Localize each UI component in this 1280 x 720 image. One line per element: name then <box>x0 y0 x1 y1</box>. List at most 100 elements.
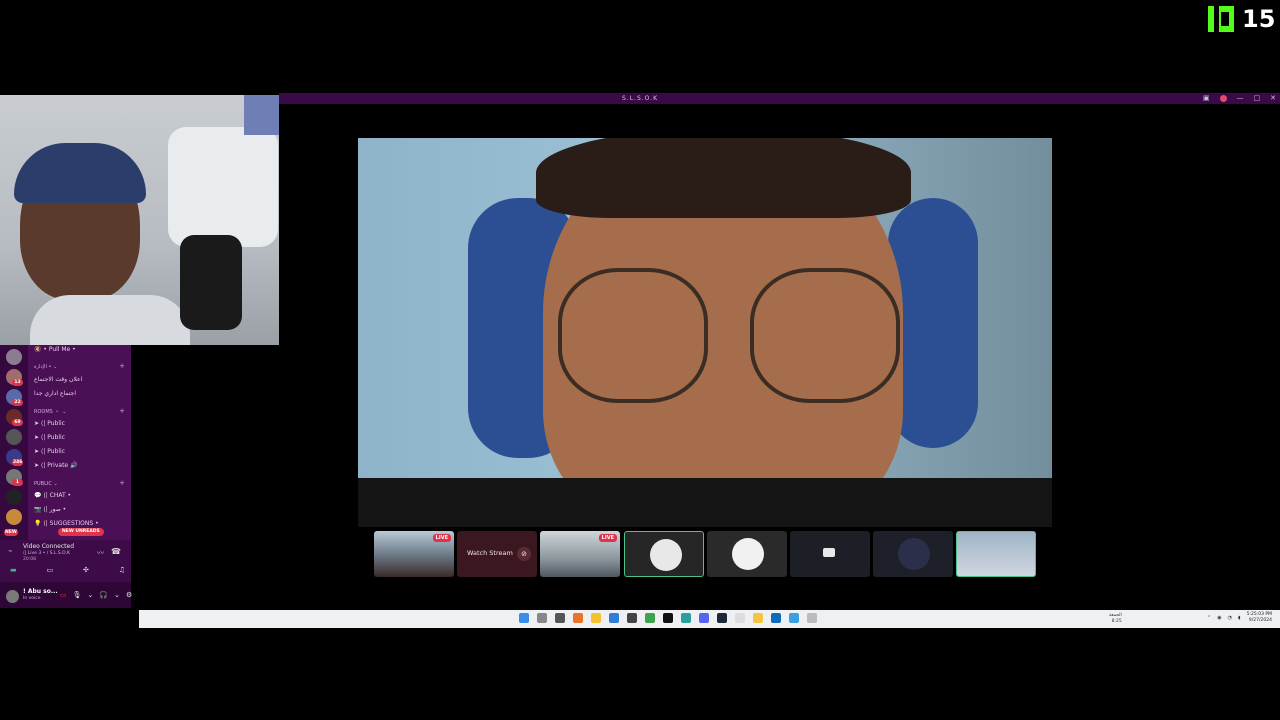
server-icon[interactable] <box>6 489 22 505</box>
category-rooms[interactable]: ROOMS 🔹 ⌄ <box>34 407 66 417</box>
user-panel: ! Abu so... In voice ▭ 🎙 ⌄ 🎧 ⌄ ⚙ <box>0 582 132 608</box>
participant-tile[interactable] <box>873 531 953 577</box>
windows-taskbar: الجمعة 8:25 ⌃ ◉ ◔ ◖ 5:25:03 PM 9/27/2024 <box>139 610 1280 628</box>
voice-status: Video Connected <box>23 543 75 550</box>
camera-icon <box>823 548 835 557</box>
edge-icon[interactable] <box>771 613 781 623</box>
add-channel-icon[interactable]: + <box>119 479 125 487</box>
folder-icon[interactable] <box>753 613 763 623</box>
voice-channel[interactable]: ➤ ⟨| Private 🔊 <box>34 461 78 471</box>
gear-icon[interactable]: ⚙ <box>126 591 132 599</box>
soundboard-button[interactable]: ♫ <box>119 566 125 574</box>
stream-tile[interactable]: Watch Stream ⊘ <box>457 531 537 577</box>
signal-icon[interactable]: ⌁ <box>8 547 12 555</box>
hide-stream-icon[interactable]: ⊘ <box>517 547 531 561</box>
stream-tile[interactable]: LIVE <box>374 531 454 577</box>
voice-channel[interactable]: ➤ ⟨| Public <box>34 419 65 429</box>
add-channel-icon[interactable]: + <box>119 362 125 370</box>
channel-item[interactable]: اجتماع اداري جدا <box>34 389 76 399</box>
live-badge: LIVE <box>598 534 617 542</box>
discord-icon[interactable] <box>699 613 709 623</box>
participant-tile[interactable] <box>790 531 870 577</box>
app-icon[interactable] <box>573 613 583 623</box>
maximize-button[interactable]: □ <box>1254 93 1261 104</box>
help-icon[interactable] <box>1219 95 1227 102</box>
disconnect-icon[interactable]: ☎ <box>111 547 121 556</box>
channel-item[interactable]: اعلان وقت الاجتماع <box>34 375 82 385</box>
unread-badge: 69 <box>12 419 23 426</box>
steam-icon[interactable] <box>717 613 727 623</box>
voice-connection-panel: ⌁ Video Connected ⟨| Live 3 • / S.L.S.O.… <box>0 540 131 582</box>
start-icon[interactable] <box>519 613 529 623</box>
chevron-up-icon[interactable]: ⌃ <box>1207 615 1211 621</box>
category-public[interactable]: PUBLIC ⌄ <box>34 479 58 489</box>
add-channel-icon[interactable]: + <box>119 407 125 415</box>
camera-button[interactable]: ▬ <box>10 566 17 574</box>
activities-button[interactable]: ✣ <box>83 566 89 574</box>
close-button[interactable]: ✕ <box>1270 93 1276 104</box>
unread-badge: 1 <box>12 479 23 486</box>
volume-icon[interactable]: ◖ <box>1238 615 1241 621</box>
unread-badge: 246 <box>12 459 24 466</box>
app-icon[interactable] <box>645 613 655 623</box>
vscode-icon[interactable] <box>609 613 619 623</box>
task-view-icon[interactable] <box>555 613 565 623</box>
watch-stream-button[interactable]: Watch Stream <box>467 549 513 557</box>
streamer-webcam <box>0 95 279 345</box>
category-admin[interactable]: الإدارة • ⌄ <box>34 362 57 372</box>
microphone <box>180 235 242 330</box>
avatar <box>898 538 930 570</box>
voice-channel-name[interactable]: ⟨| Live 3 • / S.L.S.O.K <box>23 551 70 556</box>
noise-suppression-icon[interactable]: 〰 <box>97 548 104 558</box>
channel-pull-me[interactable]: 🔇 • Pull Me • <box>34 345 76 355</box>
main-video-feed[interactable] <box>358 138 1052 527</box>
browser-icon[interactable] <box>789 613 799 623</box>
chevron-down-icon[interactable]: ⌄ <box>88 591 94 599</box>
avatar[interactable] <box>6 590 19 603</box>
voice-timer: 20:08 <box>23 557 36 562</box>
user-status: In voice <box>23 596 41 601</box>
headphones-icon[interactable]: 🎧 <box>99 591 108 599</box>
stream-icon[interactable]: ▭ <box>60 591 67 599</box>
app-icon[interactable] <box>591 613 601 623</box>
stream-tile[interactable]: LIVE <box>540 531 620 577</box>
viewer-count: 15 <box>1242 5 1276 33</box>
voice-channel[interactable]: ➤ ⟨| Public <box>34 433 65 443</box>
kick-logo-icon <box>1208 6 1234 32</box>
voice-channel[interactable]: ➤ ⟨| Public <box>34 447 65 457</box>
screen-share-button[interactable]: ▭ <box>46 566 53 574</box>
app-icon[interactable] <box>627 613 637 623</box>
server-icon[interactable] <box>6 509 22 525</box>
obs-icon[interactable] <box>663 613 673 623</box>
app-icon[interactable] <box>735 613 745 623</box>
participant-tile[interactable] <box>707 531 787 577</box>
new-badge: NEW <box>4 529 18 536</box>
username[interactable]: ! Abu so... <box>23 588 58 595</box>
new-unreads-pill[interactable]: NEW UNREADS <box>58 528 104 536</box>
mic-icon[interactable]: 🎙 <box>73 591 82 599</box>
participant-tile[interactable] <box>624 531 704 577</box>
unread-badge: 22 <box>12 399 23 406</box>
search-icon[interactable] <box>537 613 547 623</box>
server-icon[interactable] <box>6 429 22 445</box>
inbox-icon[interactable]: ▣ <box>1203 93 1210 104</box>
text-channel[interactable]: 📷 ⟨| صور • <box>34 505 66 515</box>
server-icon[interactable] <box>6 349 22 365</box>
settings-icon[interactable] <box>807 613 817 623</box>
weather-widget[interactable]: الجمعة 8:25 <box>1109 613 1122 625</box>
tray-icon[interactable]: ◉ <box>1217 615 1221 621</box>
clock[interactable]: 5:25:03 PM 9/27/2024 <box>1247 612 1272 624</box>
taskbar-apps <box>519 613 817 623</box>
text-channel[interactable]: 💬 ⟨| CHAT • <box>34 491 71 501</box>
avatar <box>732 538 764 570</box>
chevron-down-icon[interactable]: ⌄ <box>114 591 120 599</box>
avatar <box>650 539 682 571</box>
poster-image <box>244 95 279 135</box>
wifi-icon[interactable]: ◔ <box>1228 615 1232 621</box>
unread-badge: 13 <box>12 379 23 386</box>
participant-tile[interactable] <box>956 531 1036 577</box>
kick-viewer-badge: 15 <box>1208 5 1275 33</box>
app-icon[interactable] <box>681 613 691 623</box>
minimize-button[interactable]: — <box>1237 93 1244 104</box>
window-titlebar: S.L.S.O.K ▣ — □ ✕ <box>279 93 1280 104</box>
